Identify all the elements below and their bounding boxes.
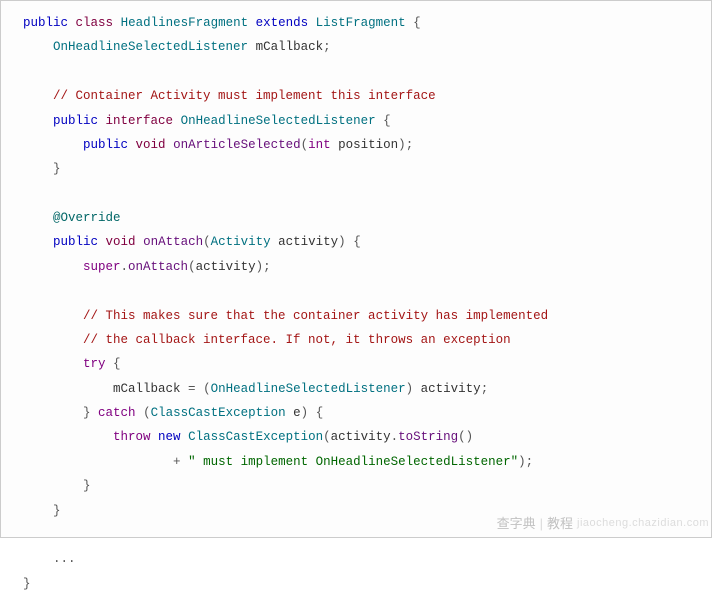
keyword-void: void (106, 235, 136, 249)
ellipsis: ... (53, 552, 76, 566)
var-e: e (293, 406, 301, 420)
keyword-public: public (83, 138, 128, 152)
keyword-try: try (83, 357, 106, 371)
method-onattach: onAttach (143, 235, 203, 249)
comment-line: // Container Activity must implement thi… (53, 89, 436, 103)
type-classcastexception: ClassCastException (188, 430, 323, 444)
keyword-public: public (23, 16, 68, 30)
keyword-new: new (158, 430, 181, 444)
var-mcallback: mCallback (113, 382, 181, 396)
method-onattach: onAttach (128, 260, 188, 274)
comment-line: // This makes sure that the container ac… (83, 309, 548, 323)
var-mcallback: mCallback (256, 40, 324, 54)
keyword-public: public (53, 114, 98, 128)
method-onarticleselected: onArticleSelected (173, 138, 301, 152)
type-activity: Activity (211, 235, 271, 249)
type-headlinesfragment: HeadlinesFragment (121, 16, 249, 30)
var-activity: activity (278, 235, 338, 249)
keyword-void: void (136, 138, 166, 152)
keyword-catch: catch (98, 406, 136, 420)
keyword-super: super (83, 260, 121, 274)
annotation-override: @Override (53, 211, 121, 225)
type-classcastexception: ClassCastException (151, 406, 286, 420)
var-activity: activity (331, 430, 391, 444)
type-onheadlineselectedlistener: OnHeadlineSelectedListener (181, 114, 376, 128)
comment-line: // the callback interface. If not, it th… (83, 333, 511, 347)
keyword-int: int (308, 138, 331, 152)
keyword-public: public (53, 235, 98, 249)
keyword-throw: throw (113, 430, 151, 444)
keyword-class: class (76, 16, 114, 30)
keyword-extends: extends (256, 16, 309, 30)
type-listfragment: ListFragment (316, 16, 406, 30)
method-tostring: toString (398, 430, 458, 444)
var-position: position (338, 138, 398, 152)
var-activity: activity (421, 382, 481, 396)
code-block: public class HeadlinesFragment extends L… (0, 0, 712, 538)
var-activity: activity (196, 260, 256, 274)
keyword-interface: interface (106, 114, 174, 128)
type-onheadlineselectedlistener: OnHeadlineSelectedListener (53, 40, 248, 54)
type-onheadlineselectedlistener: OnHeadlineSelectedListener (211, 382, 406, 396)
string-literal: " must implement OnHeadlineSelectedListe… (188, 455, 518, 469)
